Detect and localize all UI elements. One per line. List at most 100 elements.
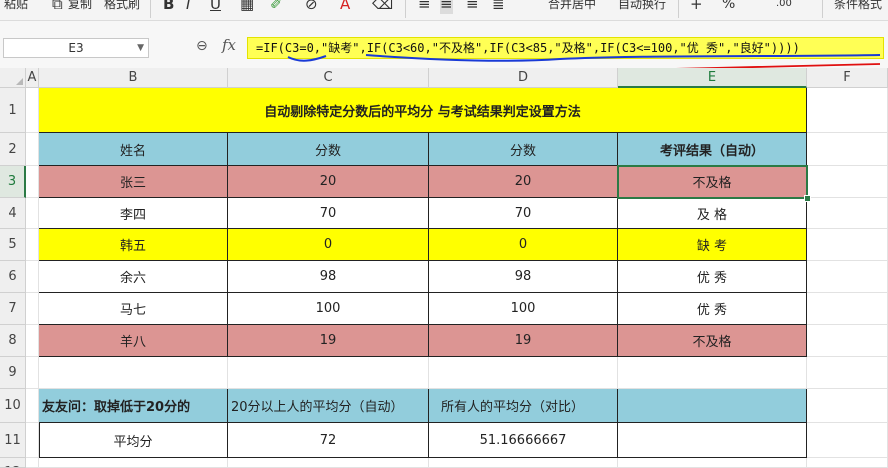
cell-d5[interactable]: 0 [429, 229, 618, 261]
name-box[interactable]: E3 ▼ [3, 38, 149, 58]
row-header-12[interactable]: 12 [0, 458, 26, 468]
row-header-10[interactable]: 10 [0, 389, 26, 423]
summary-question[interactable]: 友友问：取掉低于20分的 [39, 389, 228, 423]
align-left-icon[interactable]: ≡ [418, 0, 431, 14]
cell-a7[interactable] [26, 293, 39, 325]
cell-e9[interactable] [618, 357, 807, 389]
row-header-5[interactable]: 5 [0, 229, 26, 261]
cell-c12[interactable] [228, 458, 429, 468]
cell-f2[interactable] [807, 133, 888, 166]
summary-avg-above20[interactable]: 72 [228, 423, 429, 458]
row-header-9[interactable]: 9 [0, 357, 26, 389]
cell-a11[interactable] [26, 423, 39, 458]
cell-a3[interactable] [26, 166, 39, 198]
sheet-title[interactable]: 自动剔除特定分数后的平均分 与考试结果判定设置方法 [39, 88, 807, 133]
summary-empty[interactable] [618, 423, 807, 458]
cell-d8[interactable]: 19 [429, 325, 618, 357]
underline-icon[interactable]: U [210, 0, 221, 14]
fill-color-icon[interactable]: ✐ [270, 0, 283, 14]
cell-d7[interactable]: 100 [429, 293, 618, 325]
row-header-7[interactable]: 7 [0, 293, 26, 325]
column-header-d[interactable]: D [429, 68, 618, 88]
cell-c6[interactable]: 98 [228, 261, 429, 293]
align-center-icon[interactable]: ≡ [440, 0, 453, 14]
decimal-button[interactable]: .00 [776, 0, 792, 14]
copy-button[interactable]: 复制 [68, 0, 92, 14]
select-all-corner[interactable] [0, 68, 26, 88]
column-header-f[interactable]: F [807, 68, 888, 88]
cell-f12[interactable] [807, 458, 888, 468]
row-header-2[interactable]: 2 [0, 133, 26, 166]
cell-f7[interactable] [807, 293, 888, 325]
cell-f6[interactable] [807, 261, 888, 293]
column-header-a[interactable]: A [26, 68, 39, 88]
zoom-icon[interactable]: ⊖ [196, 38, 208, 54]
cell-d12[interactable] [429, 458, 618, 468]
column-header-b[interactable]: B [39, 68, 228, 88]
font-color-icon[interactable]: A [340, 0, 350, 14]
clear-icon[interactable]: ⊘ [305, 0, 318, 14]
cell-e4[interactable]: 及 格 [618, 198, 807, 229]
header-score-c[interactable]: 分数 [228, 133, 429, 166]
summary-header-empty[interactable] [618, 389, 807, 423]
cell-c7[interactable]: 100 [228, 293, 429, 325]
cell-e8[interactable]: 不及格 [618, 325, 807, 357]
conditional-format-button[interactable]: 条件格式 [834, 0, 882, 14]
cell-c4[interactable]: 70 [228, 198, 429, 229]
bold-icon[interactable]: B [163, 0, 174, 14]
align-right-icon[interactable]: ≡ [466, 0, 479, 14]
row-header-8[interactable]: 8 [0, 325, 26, 357]
fill-handle[interactable] [804, 195, 811, 202]
plus-icon[interactable]: + [690, 0, 703, 14]
summary-header-all[interactable]: 所有人的平均分（对比） [429, 389, 618, 423]
cell-f1[interactable] [807, 88, 888, 133]
cell-d6[interactable]: 98 [429, 261, 618, 293]
cell-f10[interactable] [807, 389, 888, 423]
border-icon[interactable]: ▦ [240, 0, 254, 14]
cell-e3[interactable]: 不及格 [618, 166, 807, 198]
paste-button[interactable]: 粘贴 [4, 0, 28, 14]
cell-a5[interactable] [26, 229, 39, 261]
wrap-text-button[interactable]: 自动换行 [618, 0, 666, 14]
cell-c9[interactable] [228, 357, 429, 389]
row-header-11[interactable]: 11 [0, 423, 26, 458]
cell-c5[interactable]: 0 [228, 229, 429, 261]
cell-f3[interactable] [807, 166, 888, 198]
cell-b12[interactable] [39, 458, 228, 468]
formula-input[interactable]: =IF(C3=0,"缺考",IF(C3<60,"不及格",IF(C3<85,"及… [247, 37, 884, 59]
cell-f5[interactable] [807, 229, 888, 261]
column-header-e[interactable]: E [618, 68, 807, 88]
cell-a1[interactable] [26, 88, 39, 133]
cell-a9[interactable] [26, 357, 39, 389]
cell-b4[interactable]: 李四 [39, 198, 228, 229]
percent-button[interactable]: % [722, 0, 735, 14]
cell-b8[interactable]: 羊八 [39, 325, 228, 357]
cell-e6[interactable]: 优 秀 [618, 261, 807, 293]
column-header-c[interactable]: C [228, 68, 429, 88]
cell-a12[interactable] [26, 458, 39, 468]
cell-d4[interactable]: 70 [429, 198, 618, 229]
row-header-3[interactable]: 3 [0, 166, 26, 198]
cell-a8[interactable] [26, 325, 39, 357]
summary-header-above20[interactable]: 20分以上人的平均分（自动） [228, 389, 429, 423]
eraser-icon[interactable]: ⌫ [372, 0, 393, 14]
summary-label[interactable]: 平均分 [39, 423, 228, 458]
row-header-1[interactable]: 1 [0, 88, 26, 133]
justify-icon[interactable]: ≣ [492, 0, 505, 14]
cell-e12[interactable] [618, 458, 807, 468]
cell-b9[interactable] [39, 357, 228, 389]
summary-avg-all[interactable]: 51.16666667 [429, 423, 618, 458]
header-name[interactable]: 姓名 [39, 133, 228, 166]
cell-b6[interactable]: 余六 [39, 261, 228, 293]
format-painter-button[interactable]: 格式刷 [104, 0, 140, 14]
copy-icon[interactable]: ⧉ [52, 0, 63, 14]
chevron-down-icon[interactable]: ▼ [137, 39, 144, 57]
cell-f9[interactable] [807, 357, 888, 389]
row-header-4[interactable]: 4 [0, 198, 26, 229]
cell-f11[interactable] [807, 423, 888, 458]
cell-e5[interactable]: 缺 考 [618, 229, 807, 261]
header-result[interactable]: 考评结果（自动） [618, 133, 807, 166]
cell-f8[interactable] [807, 325, 888, 357]
cell-c3[interactable]: 20 [228, 166, 429, 198]
cell-a2[interactable] [26, 133, 39, 166]
